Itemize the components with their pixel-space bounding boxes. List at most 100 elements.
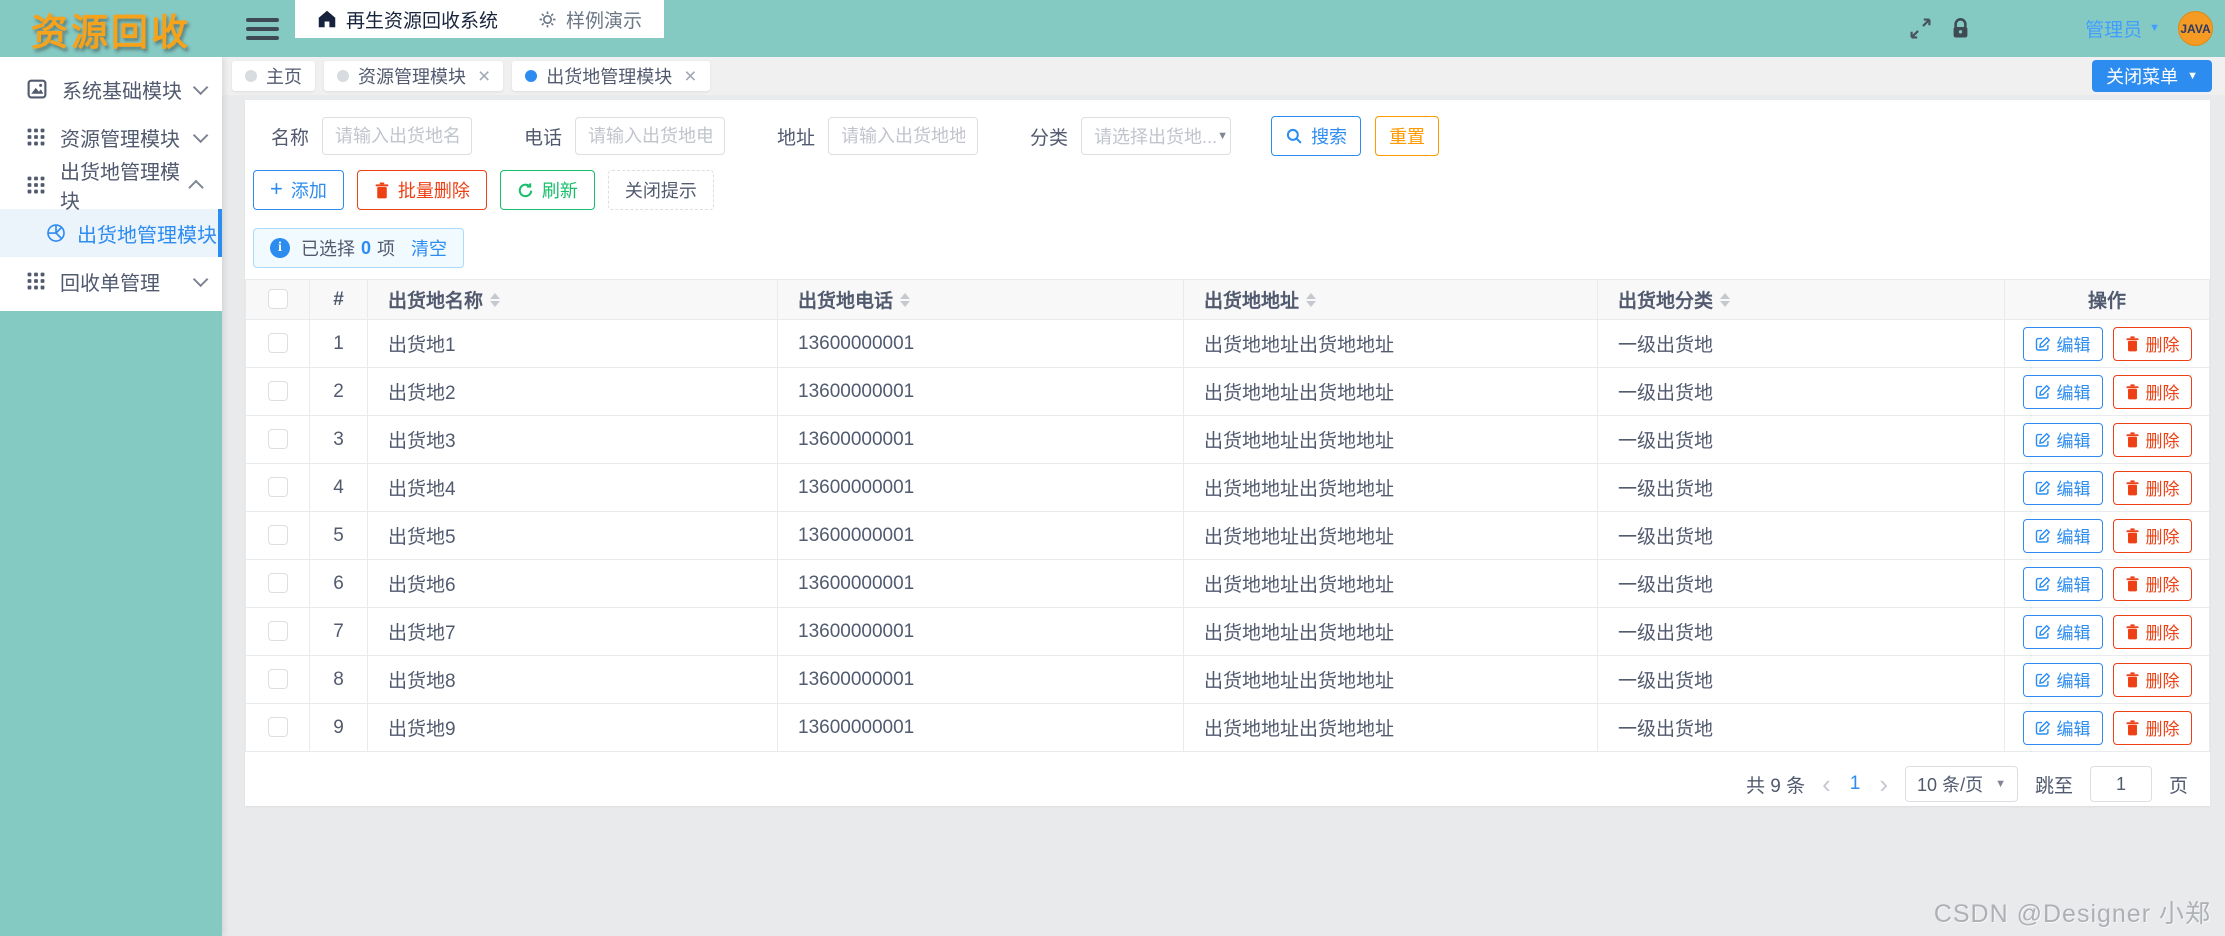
row-category: 一级出货地 [1597, 367, 2005, 416]
edit-button[interactable]: 编辑 [2022, 374, 2103, 409]
batch-delete-button[interactable]: 批量删除 [356, 170, 487, 210]
edit-button[interactable]: 编辑 [2022, 518, 2103, 553]
col-phone[interactable]: 出货地电话 [777, 279, 1184, 320]
row-index: 1 [309, 319, 368, 368]
category-select[interactable]: 请选择出货地... ▼ [1081, 117, 1232, 155]
fullscreen-icon[interactable] [1909, 17, 1932, 40]
row-checkbox[interactable] [267, 669, 288, 690]
sidebar-subitem-shipping-active[interactable]: 出货地管理模块 [0, 209, 222, 257]
sidebar-item-shipping[interactable]: 出货地管理模块 [0, 161, 222, 213]
app-screen: 资源回收 再生资源回收系统 样例演示 管理员 ▼ JAVA 系统基础模块 资源管… [0, 0, 2225, 936]
address-input[interactable] [828, 117, 979, 155]
sort-icon[interactable] [1720, 292, 1731, 307]
sidebar-item-system-base[interactable]: 系统基础模块 [0, 65, 222, 113]
nav-item-system-home[interactable]: 再生资源回收系统 [317, 6, 498, 33]
name-input[interactable] [322, 117, 473, 155]
edit-icon [2035, 480, 2051, 496]
edit-button[interactable]: 编辑 [2022, 326, 2103, 361]
row-phone: 13600000001 [777, 655, 1184, 704]
edit-icon [2035, 528, 2051, 544]
sidebar-item-resource[interactable]: 资源管理模块 [0, 113, 222, 161]
table-row: 5 出货地5 13600000001 出货地地址出货地地址 一级出货地 编辑 删… [245, 511, 2210, 560]
hamburger-menu-icon[interactable] [246, 13, 279, 45]
row-checkbox[interactable] [267, 333, 288, 354]
col-category[interactable]: 出货地分类 [1597, 279, 2005, 320]
tab-resource-module[interactable]: 资源管理模块 × [324, 61, 504, 91]
row-checkbox[interactable] [267, 717, 288, 738]
table-row: 3 出货地3 13600000001 出货地地址出货地地址 一级出货地 编辑 删… [245, 415, 2210, 464]
reset-button[interactable]: 重置 [1375, 116, 1440, 156]
table-row: 9 出货地9 13600000001 出货地地址出货地地址 一级出货地 编辑 删… [245, 703, 2210, 752]
delete-button[interactable]: 删除 [2112, 662, 2192, 697]
edit-button-label: 编辑 [2056, 576, 2091, 595]
col-address[interactable]: 出货地地址 [1183, 279, 1598, 320]
delete-button[interactable]: 删除 [2112, 710, 2192, 745]
add-button[interactable]: + 添加 [253, 170, 344, 210]
clear-selection-link[interactable]: 清空 [411, 235, 447, 261]
col-name[interactable]: 出货地名称 [367, 279, 778, 320]
edit-button[interactable]: 编辑 [2022, 710, 2103, 745]
tab-close-icon[interactable]: × [478, 66, 490, 87]
col-actions: 操作 [2004, 279, 2210, 320]
next-page-icon[interactable]: › [1879, 771, 1888, 797]
tab-close-icon[interactable]: × [684, 66, 696, 87]
sort-icon[interactable] [900, 292, 911, 307]
row-index: 2 [309, 367, 368, 416]
nav-item-label: 再生资源回收系统 [346, 10, 499, 32]
edit-button[interactable]: 编辑 [2022, 422, 2103, 457]
trash-icon [2125, 719, 2140, 736]
row-checkbox[interactable] [267, 573, 288, 594]
table-row: 4 出货地4 13600000001 出货地地址出货地地址 一级出货地 编辑 删… [245, 463, 2210, 512]
delete-button[interactable]: 删除 [2112, 566, 2192, 601]
refresh-button[interactable]: 刷新 [499, 170, 595, 210]
avatar-text: JAVA [2180, 21, 2211, 36]
trash-icon [2125, 431, 2140, 448]
user-dropdown[interactable]: 管理员 ▼ [2085, 15, 2160, 42]
nav-item-demo[interactable]: 样例演示 [538, 6, 642, 33]
delete-button[interactable]: 删除 [2112, 470, 2192, 505]
edit-button[interactable]: 编辑 [2022, 614, 2103, 649]
row-checkbox[interactable] [267, 381, 288, 402]
select-all-checkbox[interactable] [267, 289, 288, 310]
trash-icon [2125, 335, 2140, 352]
name-label: 名称 [271, 127, 310, 149]
jump-page-input[interactable] [2089, 766, 2152, 802]
table-body: 1 出货地1 13600000001 出货地地址出货地地址 一级出货地 编辑 删… [245, 319, 2210, 752]
sidebar-item-recycle-order[interactable]: 回收单管理 [0, 257, 222, 305]
prev-page-icon[interactable]: ‹ [1822, 771, 1831, 797]
lock-icon[interactable] [1950, 17, 1971, 40]
row-checkbox[interactable] [267, 621, 288, 642]
page-size-select[interactable]: 10 条/页 ▼ [1905, 766, 2018, 802]
row-name: 出货地7 [367, 607, 778, 656]
tab-home[interactable]: 主页 [232, 61, 315, 91]
row-address: 出货地地址出货地地址 [1183, 607, 1598, 656]
edit-button[interactable]: 编辑 [2022, 662, 2103, 697]
delete-button[interactable]: 删除 [2112, 374, 2192, 409]
tab-shipping-module[interactable]: 出货地管理模块 × [512, 61, 710, 91]
row-phone: 13600000001 [777, 607, 1184, 656]
avatar[interactable]: JAVA [2178, 11, 2213, 46]
tab-dot-icon [337, 70, 349, 82]
phone-input[interactable] [575, 117, 726, 155]
row-checkbox[interactable] [267, 525, 288, 546]
category-label: 分类 [1030, 127, 1069, 149]
close-menu-button[interactable]: 关闭菜单 ▼ [2092, 60, 2212, 92]
delete-button-label: 删除 [2145, 528, 2180, 547]
row-checkbox[interactable] [267, 429, 288, 450]
info-icon: i [270, 238, 290, 258]
close-tip-button[interactable]: 关闭提示 [607, 170, 714, 210]
edit-icon [2035, 624, 2051, 640]
page-number[interactable]: 1 [1848, 773, 1863, 795]
sort-icon[interactable] [490, 292, 501, 307]
row-checkbox[interactable] [267, 477, 288, 498]
edit-button[interactable]: 编辑 [2022, 566, 2103, 601]
delete-button[interactable]: 删除 [2112, 518, 2192, 553]
delete-button[interactable]: 删除 [2112, 326, 2192, 361]
sort-icon[interactable] [1306, 292, 1317, 307]
delete-button[interactable]: 删除 [2112, 614, 2192, 649]
edit-button[interactable]: 编辑 [2022, 470, 2103, 505]
delete-button[interactable]: 删除 [2112, 422, 2192, 457]
row-name: 出货地3 [367, 415, 778, 464]
edit-button-label: 编辑 [2056, 480, 2091, 499]
search-button[interactable]: 搜索 [1271, 116, 1362, 156]
